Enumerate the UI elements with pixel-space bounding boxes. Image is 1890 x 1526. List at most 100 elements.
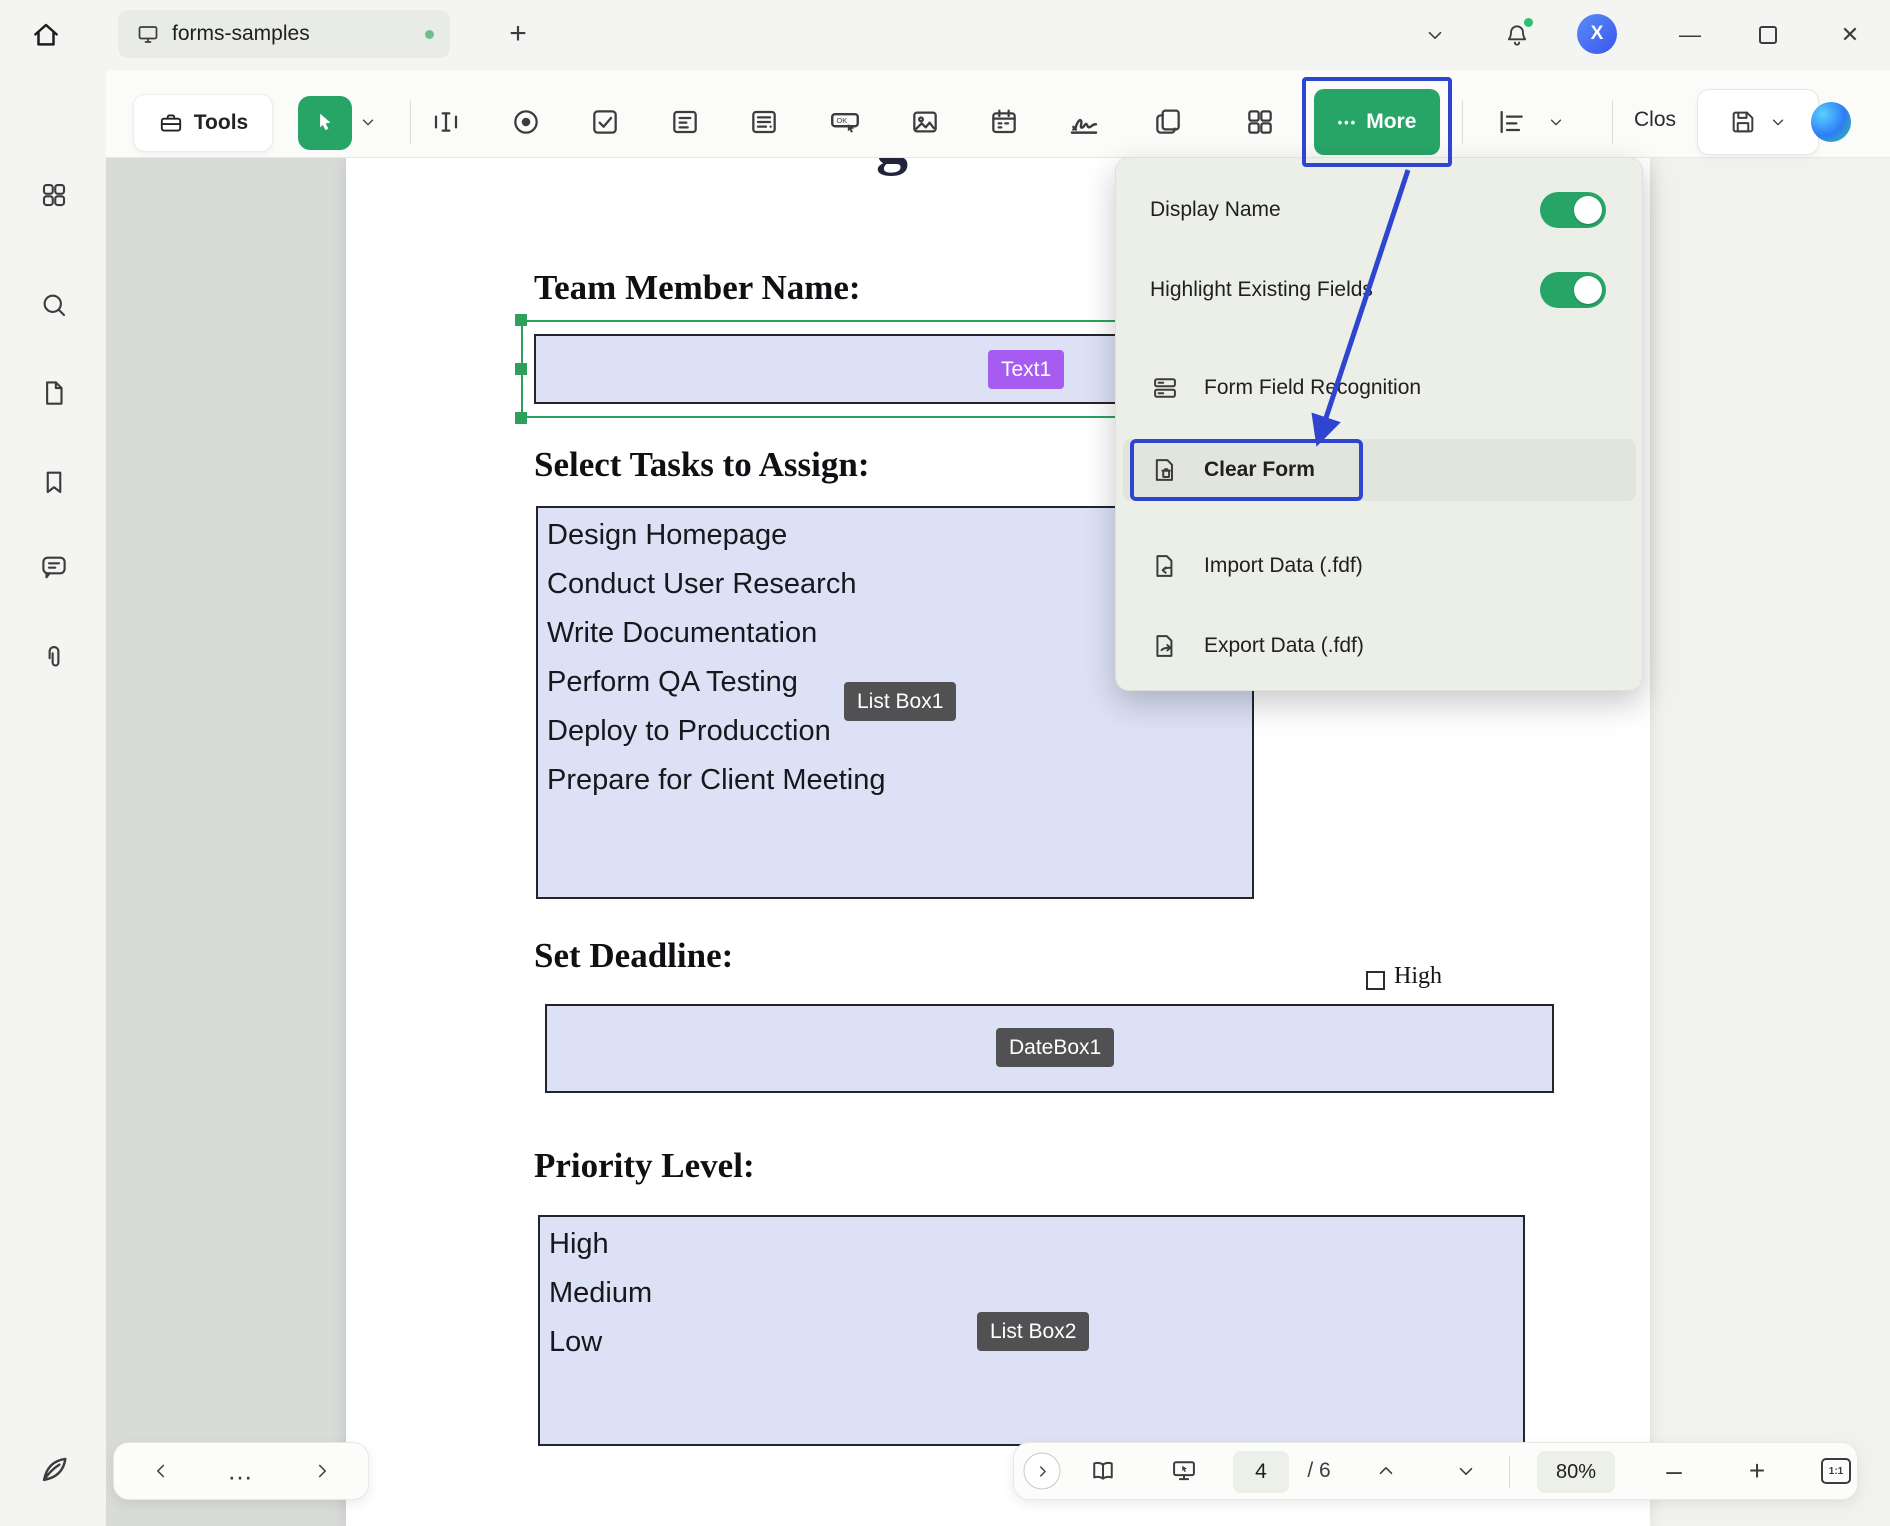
sidebar-comments-button[interactable] [32, 545, 76, 589]
selection-handle[interactable] [515, 314, 527, 326]
more-dropdown-menu: Display Name Highlight Existing Fields F… [1115, 157, 1643, 691]
align-fields-dropdown[interactable] [1542, 99, 1570, 145]
grid-icon [39, 180, 69, 210]
menu-item-display-name[interactable]: Display Name [1140, 188, 1618, 232]
more-dots-icon: ••• [1338, 115, 1358, 130]
chevron-down-icon [1424, 24, 1446, 46]
menu-item-import-data[interactable]: Import Data (.fdf) [1140, 544, 1618, 588]
select-tool-button[interactable] [298, 96, 352, 150]
account-avatar[interactable]: X [1577, 14, 1617, 54]
push-button-tool[interactable]: OK [822, 99, 868, 145]
page-number-input[interactable] [1233, 1451, 1289, 1493]
menu-item-form-field-recognition[interactable]: Form Field Recognition [1140, 366, 1618, 410]
minimize-button[interactable]: — [1670, 15, 1710, 55]
more-label: More [1366, 110, 1416, 134]
zoom-out-button[interactable]: – [1666, 1455, 1682, 1487]
page-up-button[interactable] [1375, 1460, 1397, 1482]
clear-form-row[interactable]: Clear Form [1140, 448, 1618, 492]
sidebar-attachments-button[interactable] [32, 635, 76, 679]
list-item[interactable]: High [549, 1220, 1523, 1269]
form-field-recognition-label: Form Field Recognition [1204, 376, 1421, 400]
sidebar-search-button[interactable] [32, 283, 76, 327]
chevron-up-icon [1375, 1460, 1397, 1482]
next-page-button[interactable] [311, 1460, 333, 1482]
select-tool-dropdown[interactable] [353, 99, 383, 145]
app-logo-button[interactable] [32, 1448, 76, 1492]
chevron-down-icon[interactable] [1769, 113, 1787, 131]
search-icon [39, 290, 69, 320]
radio-button-tool[interactable] [503, 99, 549, 145]
zoom-in-button[interactable]: + [1749, 1455, 1765, 1487]
expand-bar-button[interactable] [1024, 1453, 1061, 1490]
sidebar-bookmarks-button[interactable] [32, 460, 76, 504]
one-to-one-icon: 1:1 [1821, 1458, 1851, 1484]
paperclip-icon [39, 642, 69, 672]
actual-size-button[interactable]: 1:1 [1821, 1458, 1851, 1484]
page-total-label: / 6 [1307, 1459, 1330, 1483]
maximize-button[interactable] [1748, 15, 1788, 55]
canvas-gutter-left [106, 158, 346, 1526]
list-box-tool[interactable] [741, 99, 787, 145]
deadline-label: Set Deadline: [534, 936, 733, 976]
text-field-tool[interactable] [423, 99, 469, 145]
ok-label: OK [837, 116, 848, 125]
sidebar-pages-button[interactable] [32, 371, 76, 415]
highlight-fields-label: Highlight Existing Fields [1150, 278, 1373, 302]
reading-mode-button[interactable] [1089, 1457, 1117, 1485]
ai-assistant-button[interactable] [1811, 102, 1851, 142]
date-field-tool[interactable] [981, 99, 1027, 145]
copy-fields-tool[interactable] [1145, 99, 1191, 145]
display-name-label: Display Name [1150, 198, 1281, 222]
pager-more-button[interactable]: … [227, 1456, 255, 1487]
new-tab-button[interactable]: + [498, 14, 538, 54]
chevron-right-icon [311, 1460, 333, 1482]
clear-form-label: Clear Form [1204, 458, 1315, 482]
chevron-right-circle-icon [1024, 1453, 1061, 1490]
tools-button[interactable]: Tools [133, 94, 273, 152]
align-fields-tool[interactable] [1488, 99, 1534, 145]
close-form-button[interactable]: Clos [1634, 108, 1676, 132]
notifications-button[interactable] [1497, 15, 1537, 55]
canvas-gutter-right [1650, 158, 1890, 1526]
import-data-icon [1151, 552, 1179, 580]
close-button[interactable]: ✕ [1830, 15, 1870, 55]
list-box-icon [748, 106, 780, 138]
sidebar-panels-button[interactable] [32, 173, 76, 217]
text1-badge: Text1 [988, 350, 1064, 389]
home-button[interactable] [22, 11, 70, 59]
chevron-left-icon [150, 1460, 172, 1482]
toolbar-divider [410, 100, 411, 144]
arrange-fields-tool[interactable] [1237, 99, 1283, 145]
datebox1-badge: DateBox1 [996, 1028, 1114, 1067]
form-recognition-icon [1151, 374, 1179, 402]
display-name-toggle[interactable] [1540, 192, 1606, 228]
checkbox-tool[interactable] [582, 99, 628, 145]
checkbox-icon [589, 106, 621, 138]
clear-form-icon [1151, 456, 1179, 484]
selection-handle[interactable] [515, 363, 527, 375]
chevron-down-icon [1547, 113, 1565, 131]
more-button[interactable]: ••• More [1314, 89, 1440, 155]
signature-field-tool[interactable] [1061, 99, 1107, 145]
image-field-tool[interactable] [902, 99, 948, 145]
collapse-toolbar-button[interactable] [1415, 15, 1455, 55]
list-item[interactable]: Prepare for Client Meeting [547, 756, 1252, 805]
highlight-fields-toggle[interactable] [1540, 272, 1606, 308]
menu-item-highlight-fields[interactable]: Highlight Existing Fields [1140, 268, 1618, 312]
radio-button-icon [510, 106, 542, 138]
zoom-level[interactable]: 80% [1537, 1451, 1615, 1493]
high-checkbox[interactable] [1366, 971, 1385, 990]
presentation-mode-button[interactable] [1170, 1457, 1198, 1485]
selection-handle[interactable] [515, 412, 527, 424]
combo-box-tool[interactable] [662, 99, 708, 145]
save-icon[interactable] [1729, 108, 1757, 136]
chevron-down-icon [359, 113, 377, 131]
document-tab[interactable]: forms-samples [118, 10, 450, 58]
menu-item-export-data[interactable]: Export Data (.fdf) [1140, 624, 1618, 668]
status-bar: / 6 80% – + 1:1 [1013, 1442, 1858, 1500]
list-item[interactable]: Medium [549, 1269, 1523, 1318]
tasks-label: Select Tasks to Assign: [534, 445, 870, 485]
page-down-button[interactable] [1455, 1460, 1477, 1482]
cursor-icon [312, 110, 338, 136]
previous-page-button[interactable] [150, 1460, 172, 1482]
